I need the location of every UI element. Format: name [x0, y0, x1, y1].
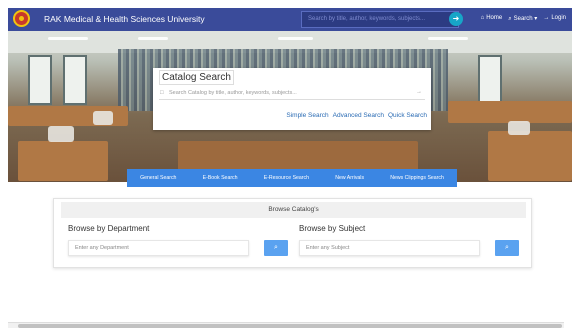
department-search-button[interactable]: ⌕ [264, 240, 288, 256]
tab-news-clippings-search[interactable]: News Clippings Search [387, 175, 447, 181]
browse-catalog-heading: Browse Catalog's [61, 202, 526, 218]
browse-catalog-panel: Browse Catalog's Browse by Department En… [53, 198, 532, 268]
tab-general-search[interactable]: General Search [137, 175, 179, 181]
search-mode-links: Simple Search Advanced Search Quick Sear… [286, 112, 427, 119]
simple-search-link[interactable]: Simple Search [286, 112, 328, 119]
ceiling-light [48, 37, 88, 40]
chair [508, 121, 530, 135]
tab-new-arrivals[interactable]: New Arrivals [332, 175, 367, 181]
window [28, 55, 52, 105]
window [63, 55, 87, 105]
ceiling-light [428, 37, 468, 40]
chair [93, 111, 113, 125]
navbar: RAK Medical & Health Sciences University… [8, 8, 572, 31]
search-icon: ⌕ [274, 244, 278, 251]
ceiling-light [278, 37, 313, 40]
horizontal-scrollbar[interactable] [8, 322, 564, 328]
scrollbar-thumb[interactable] [18, 324, 562, 328]
catalog-search-placeholder: Search Catalog by title, author, keyword… [169, 90, 297, 96]
desk [18, 141, 108, 181]
nav-login-link[interactable]: → Login [543, 15, 566, 23]
browse-by-subject-title: Browse by Subject [299, 224, 366, 233]
catalog-search-input[interactable]: □ Search Catalog by title, author, keywo… [159, 87, 425, 100]
browse-by-department-title: Browse by Department [68, 224, 150, 233]
desk [448, 101, 572, 123]
search-icon: ⌕ [508, 16, 512, 22]
navbar-search-input[interactable]: Search by title, author, keywords, subje… [301, 11, 459, 28]
subject-input[interactable]: Enter any Subject [299, 240, 480, 256]
desk [488, 131, 572, 181]
search-icon: ⌕ [505, 244, 509, 251]
subject-search-button[interactable]: ⌕ [495, 240, 519, 256]
ceiling-light [138, 37, 168, 40]
university-logo-icon[interactable] [13, 10, 30, 27]
nav-home-link[interactable]: ⌂ Home [481, 15, 503, 23]
navbar-links: ⌂ Home ⌕ Search ▾ → Login [481, 15, 566, 23]
brand-title[interactable]: RAK Medical & Health Sciences University [44, 14, 205, 24]
nav-search-dropdown[interactable]: ⌕ Search ▾ [508, 15, 537, 23]
login-icon: → [543, 15, 550, 21]
advanced-search-link[interactable]: Advanced Search [333, 112, 384, 119]
tab-eresource-search[interactable]: E-Resource Search [261, 175, 312, 181]
catalog-search-card: Catalog Search □ Search Catalog by title… [153, 68, 431, 130]
window [478, 55, 502, 105]
navbar-search-go-icon[interactable]: ➜ [449, 12, 463, 26]
chair [48, 126, 74, 142]
search-icon: □ [160, 90, 164, 96]
tab-ebook-search[interactable]: E-Book Search [200, 175, 241, 181]
arrow-right-icon[interactable]: → [416, 89, 422, 95]
catalog-search-title: Catalog Search [159, 70, 234, 85]
quick-search-link[interactable]: Quick Search [388, 112, 427, 119]
department-input[interactable]: Enter any Department [68, 240, 249, 256]
home-icon: ⌂ [480, 15, 485, 21]
search-type-tabs: General Search E-Book Search E-Resource … [127, 169, 457, 187]
